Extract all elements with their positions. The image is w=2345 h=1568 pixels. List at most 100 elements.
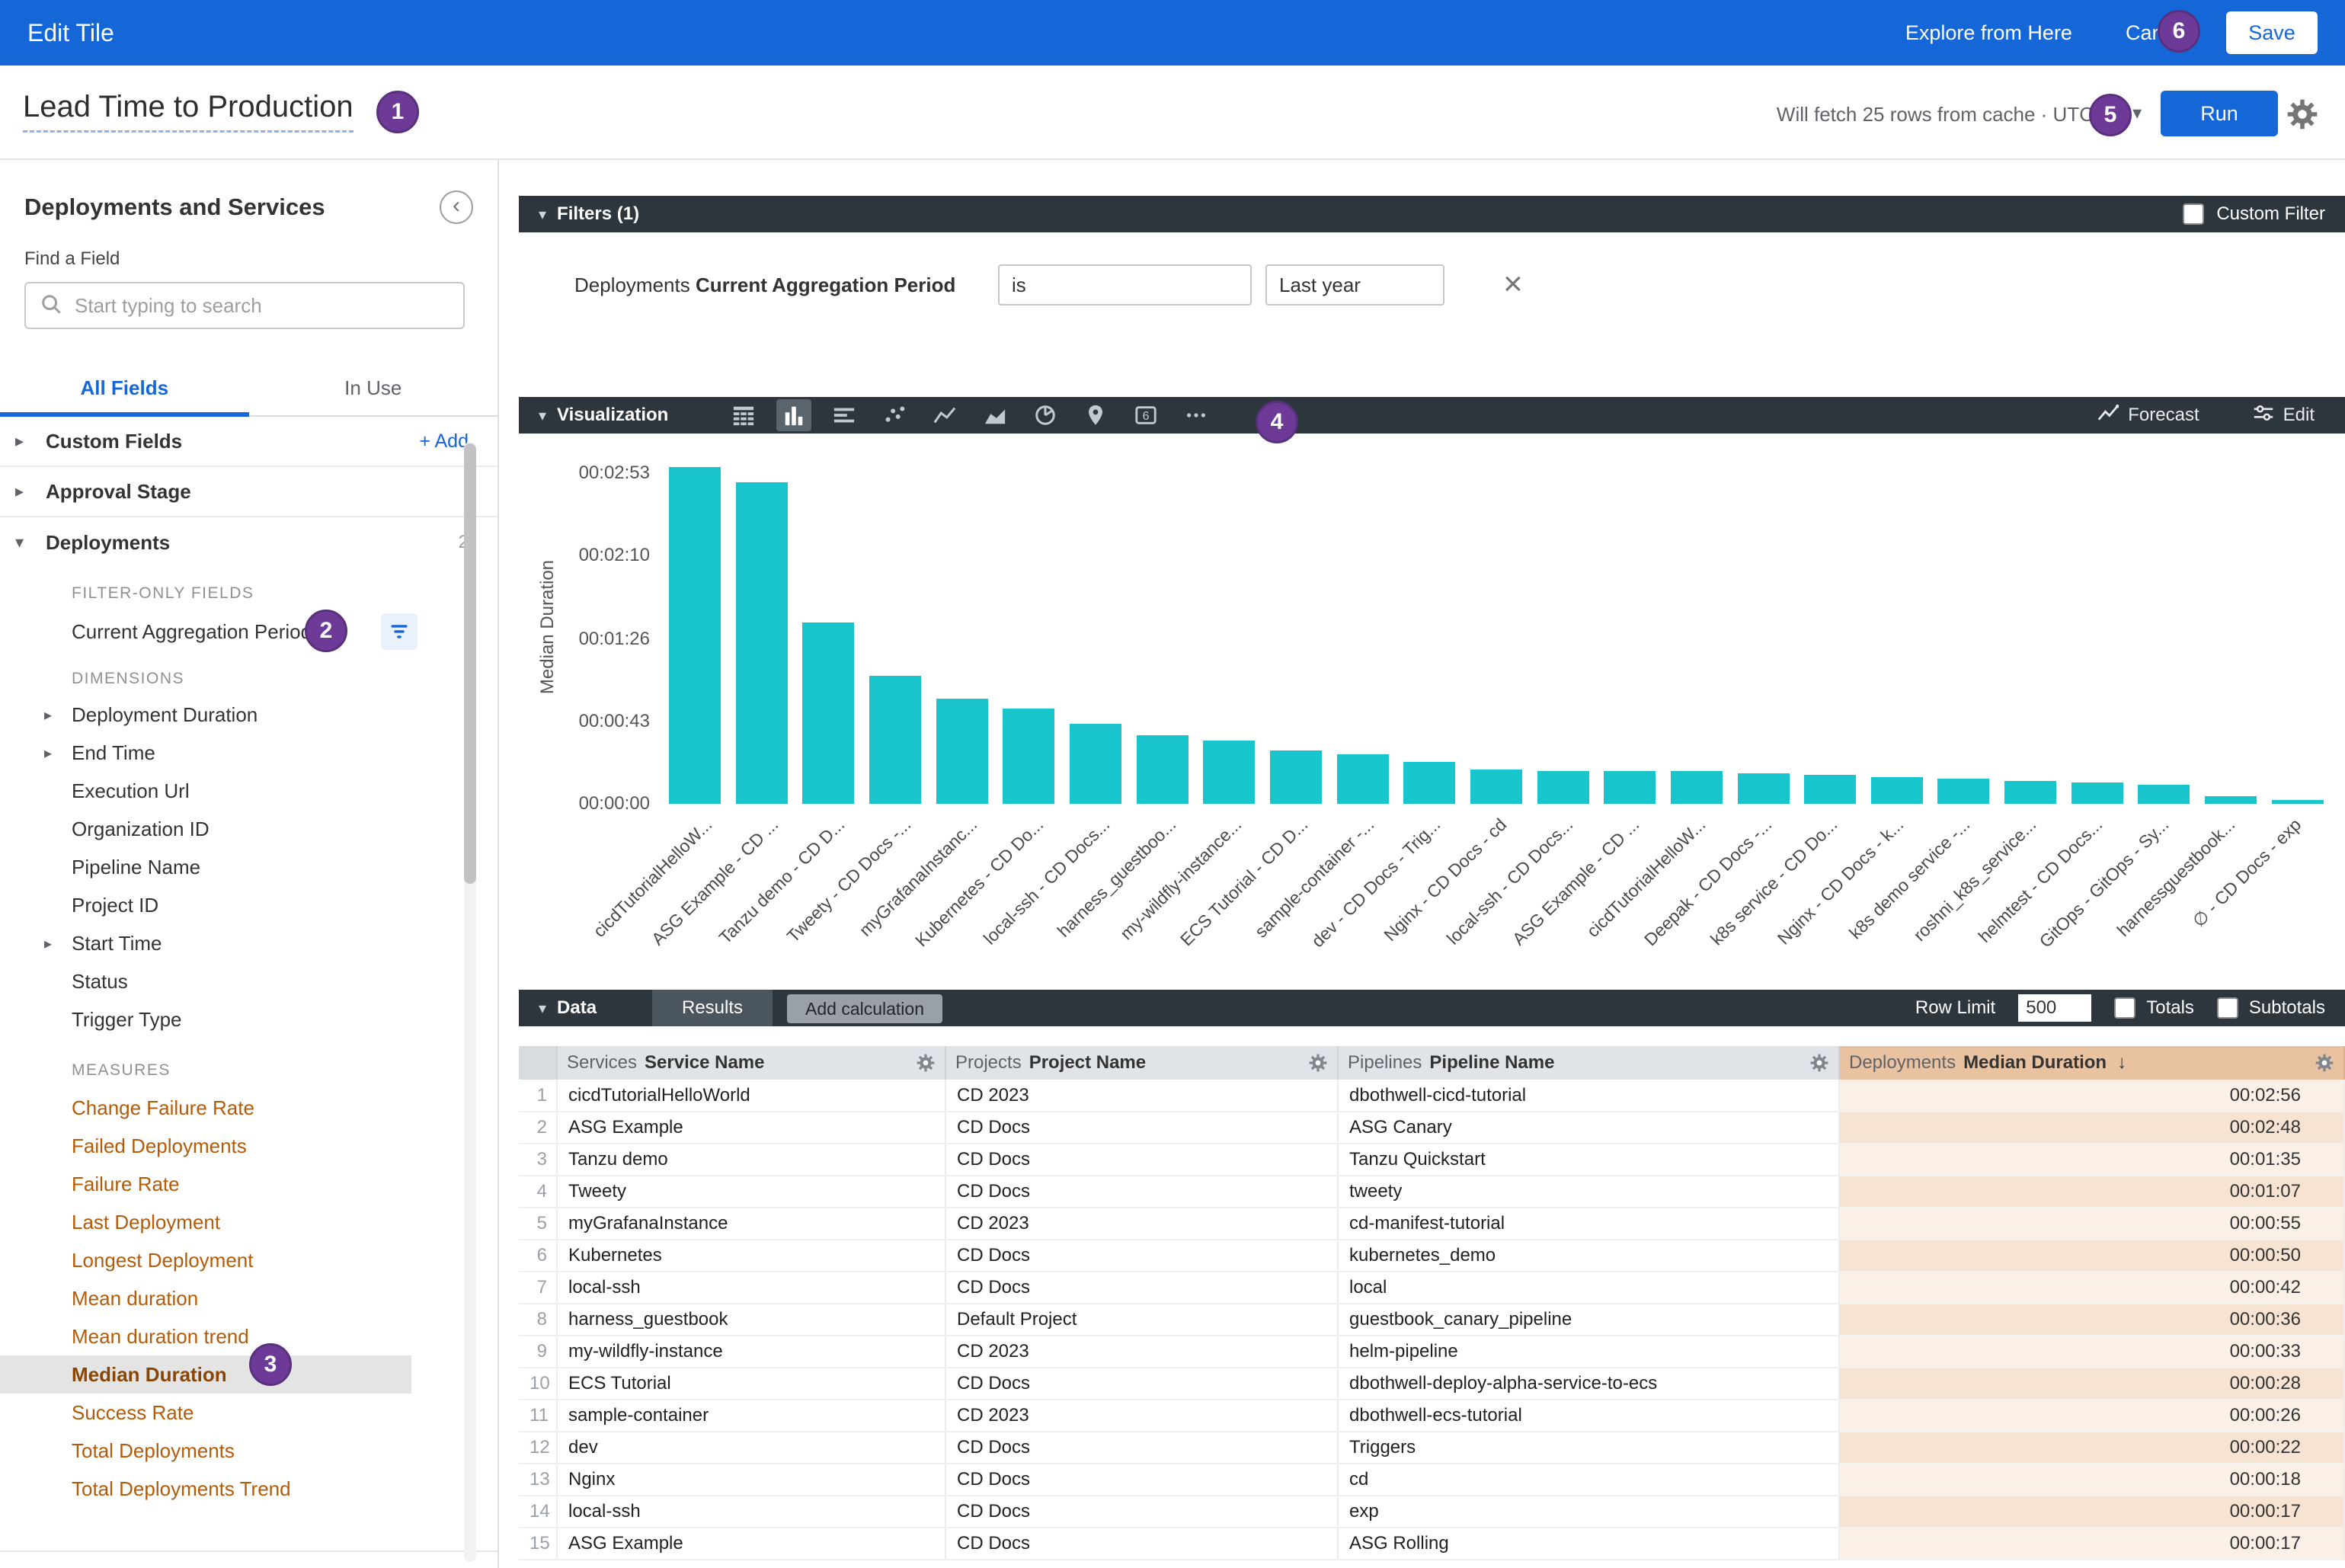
column-header-projects-project-name[interactable]: ProjectsProject Name: [945, 1046, 1338, 1080]
bar-17[interactable]: [1738, 773, 1790, 804]
bar-13[interactable]: [1470, 770, 1522, 804]
section-collapse-icon[interactable]: ▾: [539, 406, 546, 425]
column-gear-icon[interactable]: [916, 1053, 936, 1073]
cell[interactable]: CD Docs: [945, 1176, 1338, 1208]
custom-filter-toggle[interactable]: Custom Filter: [2183, 203, 2325, 225]
cell[interactable]: myGrafanaInstance: [557, 1208, 945, 1240]
cell[interactable]: 00:00:26: [1839, 1400, 2344, 1432]
sidebar-field-pipeline-name[interactable]: Pipeline Name: [0, 848, 497, 886]
collapse-panel-button[interactable]: ‹: [440, 190, 473, 224]
sidebar-field-organization-id[interactable]: Organization ID: [0, 810, 497, 848]
sidebar-field-failed-deployments[interactable]: Failed Deployments: [0, 1127, 497, 1165]
cell[interactable]: Tanzu demo: [557, 1144, 945, 1176]
totals-checkbox[interactable]: [2114, 997, 2135, 1019]
subtotals-toggle[interactable]: Subtotals: [2217, 997, 2325, 1019]
cell[interactable]: CD Docs: [945, 1464, 1338, 1496]
cell[interactable]: ASG Example: [557, 1112, 945, 1144]
viz-tool-more-icon[interactable]: [1179, 399, 1214, 431]
cell[interactable]: Tweety: [557, 1176, 945, 1208]
sidebar-group-custom-fields[interactable]: ▸ Custom Fields + Add: [0, 417, 497, 467]
add-custom-field-link[interactable]: + Add: [419, 430, 469, 453]
cell[interactable]: local-ssh: [557, 1272, 945, 1304]
cell[interactable]: 00:02:48: [1839, 1112, 2344, 1144]
chevron-right-icon[interactable]: ▸: [15, 482, 46, 501]
cell[interactable]: local: [1338, 1272, 1839, 1304]
tile-title-input[interactable]: Lead Time to Production: [23, 90, 354, 133]
bar-5[interactable]: [936, 699, 988, 804]
sort-desc-icon[interactable]: ↓: [2117, 1052, 2126, 1074]
sidebar-field-trigger-type[interactable]: Trigger Type: [0, 1000, 497, 1038]
sidebar-field-status[interactable]: Status: [0, 962, 497, 1000]
cell[interactable]: ASG Rolling: [1338, 1528, 1839, 1560]
filter-funnel-icon[interactable]: [381, 613, 417, 650]
bar-9[interactable]: [1203, 741, 1255, 804]
bar-16[interactable]: [1671, 771, 1723, 804]
cell[interactable]: dbothwell-cicd-tutorial: [1338, 1080, 1839, 1112]
chevron-down-icon[interactable]: ▾: [15, 533, 46, 552]
cell[interactable]: ASG Example: [557, 1528, 945, 1560]
cell[interactable]: 00:00:55: [1839, 1208, 2344, 1240]
bar-7[interactable]: [1070, 724, 1121, 804]
cell[interactable]: CD Docs: [945, 1240, 1338, 1272]
column-gear-icon[interactable]: [1809, 1053, 1829, 1073]
tab-results[interactable]: Results: [652, 990, 773, 1026]
cell[interactable]: CD Docs: [945, 1112, 1338, 1144]
save-button[interactable]: Save: [2226, 11, 2318, 54]
cell[interactable]: ASG Canary: [1338, 1112, 1839, 1144]
cell[interactable]: dbothwell-deploy-alpha-service-to-ecs: [1338, 1368, 1839, 1400]
sidebar-field-last-deployment[interactable]: Last Deployment: [0, 1203, 497, 1241]
sidebar-group-approval-stage[interactable]: ▸ Approval Stage: [0, 467, 497, 517]
column-header-pipelines-pipeline-name[interactable]: PipelinesPipeline Name: [1338, 1046, 1839, 1080]
sidebar-field-deployment-duration[interactable]: ▸Deployment Duration: [0, 696, 497, 734]
sidebar-field-total-deployments[interactable]: Total Deployments: [0, 1432, 497, 1470]
custom-filter-checkbox[interactable]: [2183, 203, 2204, 225]
sidebar-field-change-failure-rate[interactable]: Change Failure Rate: [0, 1089, 497, 1127]
cell[interactable]: 00:00:50: [1839, 1240, 2344, 1272]
sidebar-field-median-duration[interactable]: Median Duration: [0, 1355, 411, 1394]
search-input[interactable]: [75, 294, 449, 318]
cell[interactable]: exp: [1338, 1496, 1839, 1528]
cell[interactable]: Kubernetes: [557, 1240, 945, 1272]
subtotals-checkbox[interactable]: [2217, 997, 2238, 1019]
viz-tool-scatter-icon[interactable]: [877, 399, 912, 431]
cell[interactable]: tweety: [1338, 1176, 1839, 1208]
bar-1[interactable]: [669, 467, 721, 804]
cell[interactable]: CD Docs: [945, 1144, 1338, 1176]
filter-value-select[interactable]: Last year: [1265, 264, 1444, 306]
viz-tool-line-icon[interactable]: [927, 399, 962, 431]
cell[interactable]: CD 2023: [945, 1208, 1338, 1240]
viz-tool-map-icon[interactable]: [1078, 399, 1113, 431]
add-calculation-button[interactable]: Add calculation: [787, 994, 942, 1023]
cell[interactable]: 00:00:28: [1839, 1368, 2344, 1400]
bar-19[interactable]: [1871, 777, 1923, 804]
cell[interactable]: 00:00:17: [1839, 1528, 2344, 1560]
cell[interactable]: sample-container: [557, 1400, 945, 1432]
cell[interactable]: Nginx: [557, 1464, 945, 1496]
bar-23[interactable]: [2138, 785, 2190, 804]
chevron-right-icon[interactable]: ▸: [15, 431, 46, 451]
bar-10[interactable]: [1270, 750, 1322, 804]
column-header-deployments-median-duration[interactable]: DeploymentsMedian Duration↓: [1839, 1046, 2344, 1080]
bar-11[interactable]: [1337, 754, 1389, 804]
bar-4[interactable]: [869, 676, 921, 804]
scrollbar-thumb[interactable]: [464, 443, 476, 884]
forecast-button[interactable]: Forecast: [2097, 402, 2199, 429]
bar-3[interactable]: [802, 622, 854, 804]
cell[interactable]: guestbook_canary_pipeline: [1338, 1304, 1839, 1336]
cell[interactable]: ECS Tutorial: [557, 1368, 945, 1400]
sidebar-field-mean-duration-trend[interactable]: Mean duration trend: [0, 1317, 497, 1355]
cell[interactable]: 00:00:42: [1839, 1272, 2344, 1304]
viz-tool-bar-icon[interactable]: [776, 399, 811, 431]
sidebar-field-execution-url[interactable]: Execution Url: [0, 772, 497, 810]
bar-24[interactable]: [2205, 796, 2257, 804]
remove-filter-icon[interactable]: ×: [1503, 267, 1523, 301]
sidebar-field-start-time[interactable]: ▸Start Time: [0, 924, 497, 962]
bar-12[interactable]: [1403, 762, 1455, 804]
cell[interactable]: cd-manifest-tutorial: [1338, 1208, 1839, 1240]
tab-in-use[interactable]: In Use: [249, 363, 498, 415]
chevron-right-icon[interactable]: ▸: [44, 744, 52, 763]
cell[interactable]: 00:02:56: [1839, 1080, 2344, 1112]
filter-operator-select[interactable]: is: [998, 264, 1252, 306]
viz-tool-table-icon[interactable]: [726, 399, 761, 431]
row-limit-input[interactable]: [2018, 994, 2091, 1022]
